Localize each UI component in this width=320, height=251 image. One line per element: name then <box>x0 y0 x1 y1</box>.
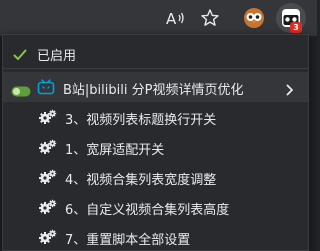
gears-icon <box>39 109 57 129</box>
menu-divider <box>3 68 308 69</box>
star-icon[interactable] <box>198 6 222 30</box>
command-label: 4、视频合集列表宽度调整 <box>65 173 217 188</box>
command-item[interactable]: 6、自定义视频合集列表高度 <box>3 192 308 222</box>
command-item[interactable]: 4、视频合集列表宽度调整 <box>3 162 308 192</box>
gears-icon <box>39 229 57 249</box>
read-aloud-icon[interactable]: A <box>164 6 188 30</box>
browser-window: A 3 已启用 B站|bilibili 分P视频详情页优化 3、视频列表标题换行… <box>0 0 317 251</box>
browser-toolbar: A 3 <box>0 0 317 36</box>
script-name: B站|bilibili 分P视频详情页优化 <box>63 83 244 98</box>
command-label: 1、宽屏适配开关 <box>65 143 165 158</box>
command-label: 3、视频列表标题换行开关 <box>65 113 217 128</box>
command-label: 7、重置脚本全部设置 <box>65 233 191 248</box>
gears-icon <box>39 139 57 159</box>
extension-menu: 已启用 B站|bilibili 分P视频详情页优化 3、视频列表标题换行开关 1… <box>2 34 309 251</box>
chevron-right-icon <box>285 81 295 100</box>
command-label: 6、自定义视频合集列表高度 <box>65 203 230 218</box>
script-toggle[interactable] <box>11 82 31 101</box>
check-icon <box>13 46 27 65</box>
gears-icon <box>39 169 57 189</box>
bilibili-tv-icon <box>37 78 55 100</box>
notification-badge: 3 <box>290 22 302 33</box>
owl-extension-icon[interactable] <box>242 6 266 30</box>
gears-icon <box>39 199 57 219</box>
command-item[interactable]: 7、重置脚本全部设置 <box>3 222 308 251</box>
script-row[interactable]: B站|bilibili 分P视频详情页优化 <box>3 72 308 102</box>
enabled-status-row[interactable]: 已启用 <box>3 38 308 68</box>
command-item[interactable]: 1、宽屏适配开关 <box>3 132 308 162</box>
command-item[interactable]: 3、视频列表标题换行开关 <box>3 102 308 132</box>
svg-text:A: A <box>166 10 177 27</box>
enabled-label: 已启用 <box>37 49 77 64</box>
